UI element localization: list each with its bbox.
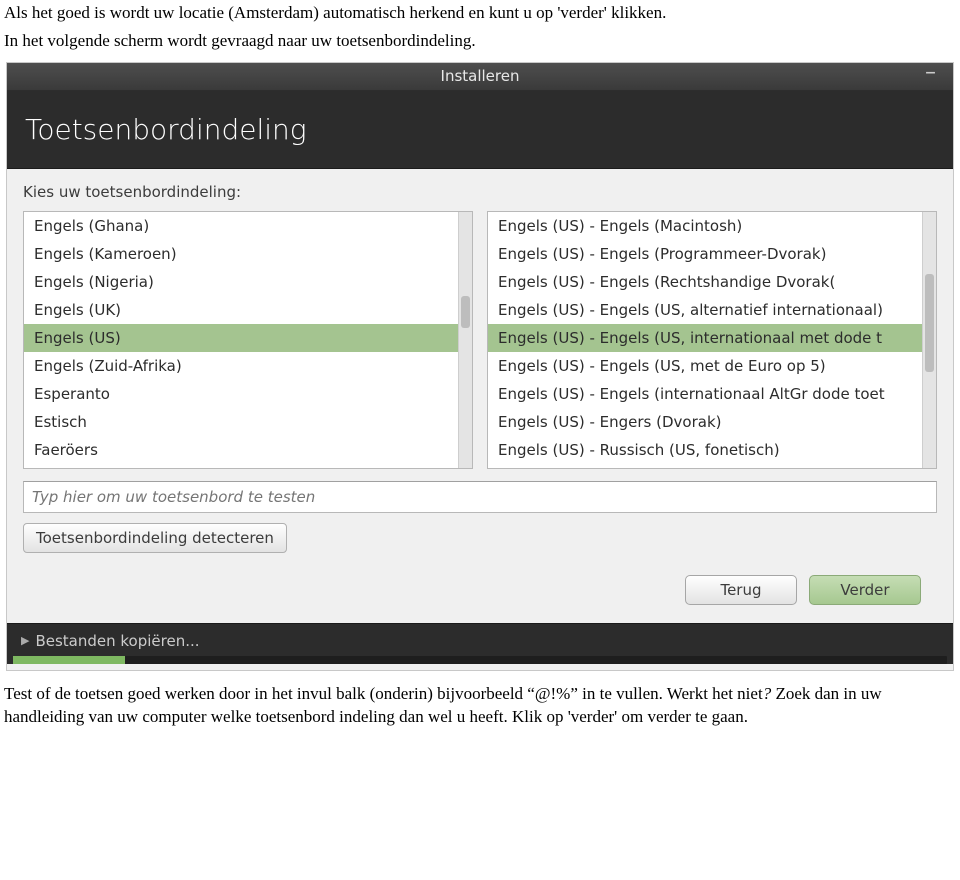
language-item[interactable]: Faeröers — [24, 436, 472, 464]
keyboard-test-input[interactable] — [23, 481, 937, 513]
keyboard-prompt: Kies uw toetsenbordindeling: — [23, 183, 937, 201]
minimize-button[interactable]: – — [925, 66, 945, 86]
scrollbar-thumb-right[interactable] — [925, 274, 934, 372]
installer-footer: ▶ Bestanden kopiëren... — [7, 623, 953, 664]
variant-item[interactable]: Engels (US) - Engels (internationaal Alt… — [488, 380, 936, 408]
variant-item[interactable]: Engels (US) - Engels (Programmeer-Dvorak… — [488, 240, 936, 268]
variant-item[interactable]: Engels (US) - Engels (US, met de Euro op… — [488, 352, 936, 380]
disclosure-caret-icon[interactable]: ▶ — [21, 634, 29, 647]
language-item[interactable]: Esperanto — [24, 380, 472, 408]
variant-item[interactable]: Engels (US) - Engels (US, alternatief in… — [488, 296, 936, 324]
installer-header: Toetsenbordindeling — [7, 91, 953, 169]
scrollbar-thumb-left[interactable] — [461, 296, 470, 328]
variant-item[interactable]: Engels (US) - Engels (US, internationaal… — [488, 324, 936, 352]
scrollbar-track-left[interactable] — [458, 212, 472, 468]
window-titlebar[interactable]: Installeren – — [7, 63, 953, 91]
variant-item[interactable]: Engels (US) - Engels (Rechtshandige Dvor… — [488, 268, 936, 296]
language-item[interactable]: Engels (Kameroen) — [24, 240, 472, 268]
language-listbox[interactable]: Engels (Ghana)Engels (Kameroen)Engels (N… — [23, 211, 473, 469]
language-item[interactable]: Engels (Ghana) — [24, 212, 472, 240]
progress-bar — [13, 656, 947, 664]
window-title: Installeren — [441, 67, 520, 85]
detect-layout-button[interactable]: Toetsenbordindeling detecteren — [23, 523, 287, 553]
scrollbar-track-right[interactable] — [922, 212, 936, 468]
footer-status: Bestanden kopiëren... — [35, 632, 199, 650]
doc-paragraph-2: In het volgende scherm wordt gevraagd na… — [4, 30, 956, 53]
variant-item[interactable]: Engels (US) - Engers (Dvorak) — [488, 408, 936, 436]
doc-paragraph-3: Test of de toetsen goed werken door in h… — [4, 683, 956, 729]
forward-button[interactable]: Verder — [809, 575, 921, 605]
language-item[interactable]: Estisch — [24, 408, 472, 436]
page-title: Toetsenbordindeling — [25, 113, 307, 146]
installer-window: Installeren – Toetsenbordindeling Kies u… — [6, 62, 954, 671]
variant-listbox[interactable]: Engels (US) - Engels (Macintosh)Engels (… — [487, 211, 937, 469]
variant-item[interactable]: Engels (US) - Russisch (US, fonetisch) — [488, 436, 936, 464]
language-item[interactable]: Engels (Zuid-Afrika) — [24, 352, 472, 380]
doc-paragraph-1: Als het goed is wordt uw locatie (Amster… — [4, 2, 956, 25]
back-button[interactable]: Terug — [685, 575, 797, 605]
progress-fill — [13, 656, 125, 664]
language-item[interactable]: Engels (Nigeria) — [24, 268, 472, 296]
language-item[interactable]: Engels (UK) — [24, 296, 472, 324]
variant-item[interactable]: Engels (US) - Engels (Macintosh) — [488, 212, 936, 240]
language-item[interactable]: Engels (US) — [24, 324, 472, 352]
